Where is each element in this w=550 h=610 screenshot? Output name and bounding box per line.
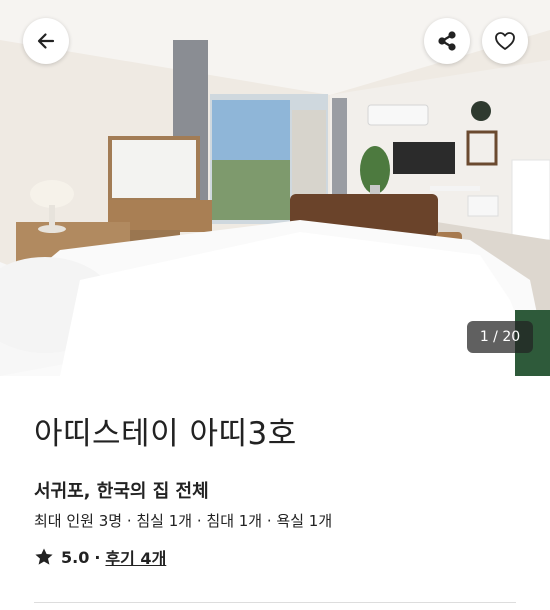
listing-title: 아띠스테이 아띠3호 [34, 416, 297, 452]
back-button[interactable] [23, 18, 69, 64]
heart-outline-icon [495, 32, 515, 50]
room-photo [0, 0, 550, 376]
arrow-left-icon [37, 33, 55, 49]
share-button[interactable] [424, 18, 470, 64]
reviews-link[interactable]: 후기 4개 [105, 545, 166, 569]
share-icon [438, 31, 456, 51]
section-divider [34, 602, 516, 603]
listing-subtitle: 서귀포, 한국의 집 전체 [34, 481, 209, 502]
star-icon [35, 548, 53, 565]
rating-row: 5.0 · 후기 4개 [34, 545, 166, 569]
listing-details: 최대 인원 3명 · 침실 1개 · 침대 1개 · 욕실 1개 [34, 512, 333, 530]
photo-gallery[interactable]: 1 / 20 [0, 0, 550, 376]
photo-counter: 1 / 20 [467, 321, 533, 353]
save-to-wishlist-button[interactable] [482, 18, 528, 64]
rating-separator: · [94, 547, 101, 567]
rating-score: 5.0 [61, 547, 90, 567]
